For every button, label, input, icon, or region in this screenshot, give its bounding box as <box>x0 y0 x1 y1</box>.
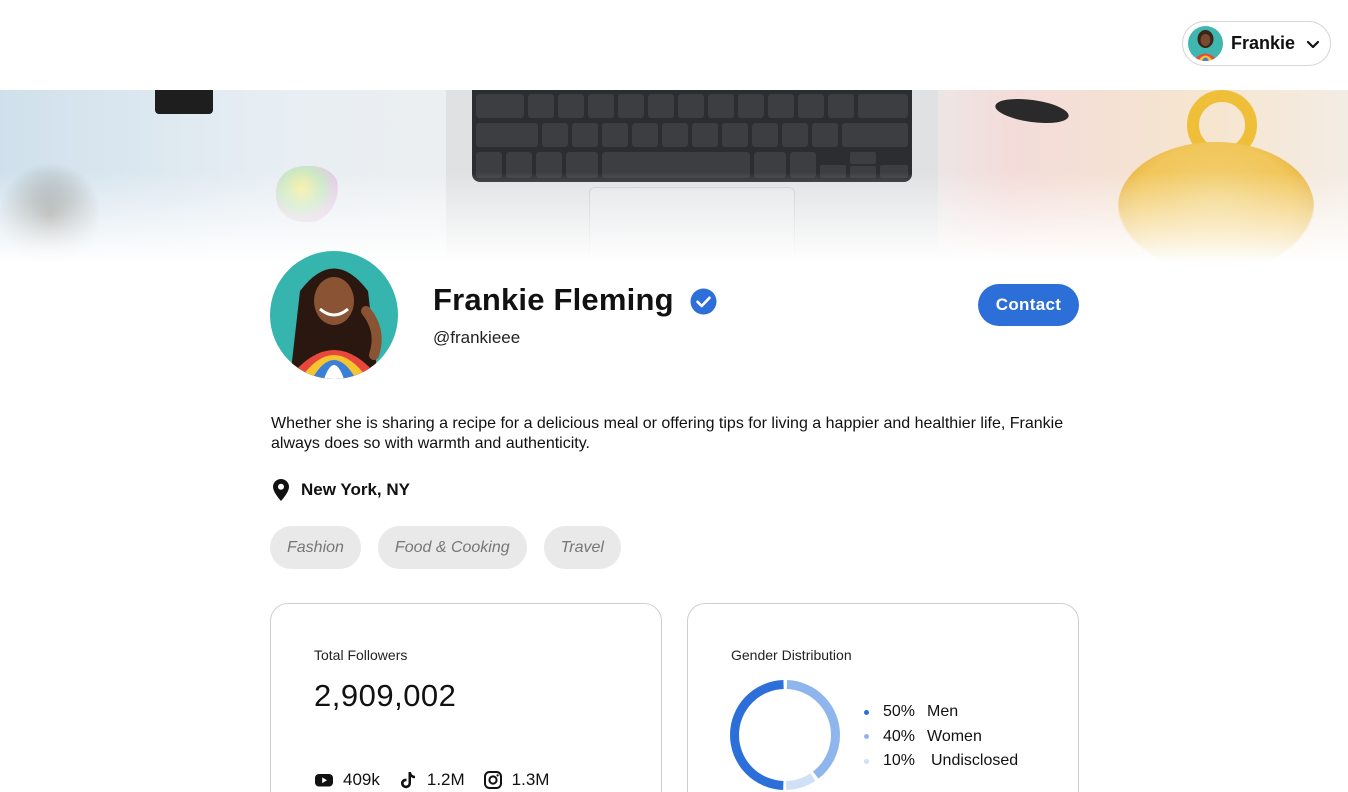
legend-item-women: 40% Women <box>864 725 1018 750</box>
banner-ring <box>993 94 1071 128</box>
instagram-icon <box>483 771 502 789</box>
youtube-icon <box>315 774 333 787</box>
gender-donut-chart <box>730 680 840 790</box>
verified-badge-icon <box>690 288 717 315</box>
gender-legend: 50% Men 40% Women 10% Undisclosed <box>864 700 1018 774</box>
legend-dot <box>864 734 869 740</box>
legend-label: Women <box>927 727 982 745</box>
tiktok-count: 1.2M <box>426 770 465 789</box>
legend-pct: 10% <box>883 752 916 770</box>
tag-travel[interactable]: Travel <box>543 526 621 569</box>
gender-card: Gender Distribution 50% Men 40% Women 10… <box>687 603 1079 792</box>
tiktok-icon <box>400 772 415 789</box>
platform-youtube: 409k <box>314 770 380 790</box>
profile-avatar <box>270 251 398 379</box>
platform-stats: 409k 1.2M 1.3M <box>314 770 567 790</box>
legend-item-undisclosed: 10% Undisclosed <box>864 749 1018 774</box>
interest-tags: Fashion Food & Cooking Travel <box>270 526 621 569</box>
legend-pct: 40% <box>883 727 916 745</box>
legend-label: Undisclosed <box>931 752 1019 770</box>
legend-dot <box>864 758 869 764</box>
location: New York, NY <box>273 479 410 501</box>
chevron-down-icon <box>1306 40 1320 48</box>
youtube-count: 409k <box>343 770 380 789</box>
profile-handle: @frankieee <box>433 328 521 347</box>
followers-title: Total Followers <box>314 647 408 663</box>
banner-clip <box>155 90 213 114</box>
followers-card: Total Followers 2,909,002 409k 1.2M 1.3M <box>270 603 662 792</box>
gender-title: Gender Distribution <box>731 647 852 663</box>
location-text: New York, NY <box>301 480 410 499</box>
followers-total: 2,909,002 <box>314 678 457 713</box>
profile-bio: Whether she is sharing a recipe for a de… <box>271 415 1064 452</box>
platform-instagram: 1.3M <box>483 770 550 790</box>
legend-label: Men <box>927 703 959 721</box>
profile-name: Frankie Fleming <box>433 282 674 317</box>
legend-dot <box>864 709 869 715</box>
tag-fashion[interactable]: Fashion <box>270 526 361 569</box>
platform-tiktok: 1.2M <box>398 770 465 790</box>
instagram-count: 1.3M <box>511 770 550 789</box>
cover-banner <box>0 90 1348 262</box>
user-name: Frankie <box>1231 33 1296 53</box>
contact-button[interactable]: Contact <box>978 284 1079 326</box>
user-avatar <box>1188 26 1223 61</box>
legend-pct: 50% <box>883 703 916 721</box>
legend-item-men: 50% Men <box>864 700 1018 725</box>
tag-food-cooking[interactable]: Food & Cooking <box>377 526 527 569</box>
banner-keyboard <box>472 90 912 182</box>
top-bar: Frankie <box>0 0 1348 90</box>
user-menu-button[interactable]: Frankie <box>1182 21 1331 66</box>
location-pin-icon <box>273 479 289 501</box>
